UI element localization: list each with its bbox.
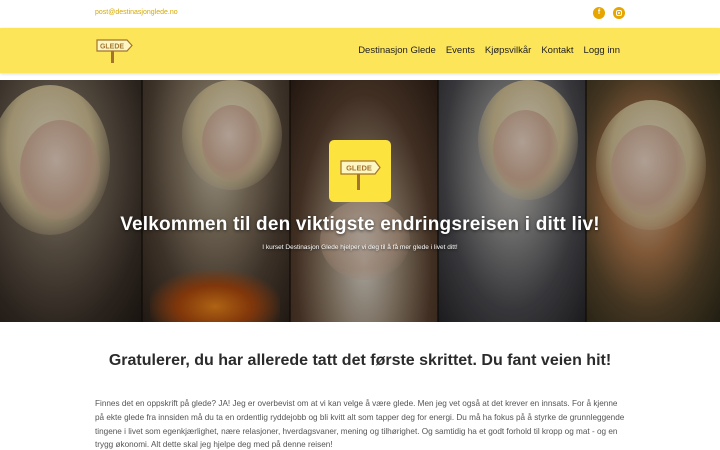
- contact-email-link[interactable]: post@destinasjonglede.no: [95, 9, 178, 16]
- site-header: GLEDE Destinasjon Glede Events Kjøpsvilk…: [0, 28, 720, 73]
- nav-item-logg-inn[interactable]: Logg inn: [584, 45, 620, 56]
- signpost-icon: GLEDE: [340, 160, 381, 190]
- nav-item-destinasjon-glede[interactable]: Destinasjon Glede: [358, 45, 436, 56]
- instagram-lens: [618, 12, 620, 14]
- logo-text: GLEDE: [100, 44, 124, 51]
- main-nav: Destinasjon Glede Events Kjøpsvilkår Kon…: [358, 28, 620, 73]
- facebook-glyph: f: [597, 9, 601, 16]
- intro-headline: Gratulerer, du har allerede tatt det før…: [108, 352, 612, 369]
- hero-logo-text: GLEDE: [346, 164, 372, 173]
- top-bar: post@destinasjonglede.no f: [0, 0, 720, 28]
- nav-item-kontakt[interactable]: Kontakt: [541, 45, 573, 56]
- intro-paragraph: Finnes det en oppskrift på glede? JA! Je…: [95, 399, 625, 450]
- hero-subtitle: I kurset Destinasjon Glede hjelper vi de…: [262, 244, 458, 251]
- facebook-icon[interactable]: f: [593, 7, 605, 19]
- hero-title: Velkommen til den viktigste endringsreis…: [120, 214, 600, 235]
- hero-logo: GLEDE: [329, 140, 391, 202]
- nav-item-kjopsvilkar[interactable]: Kjøpsvilkår: [485, 45, 531, 56]
- nav-item-events[interactable]: Events: [446, 45, 475, 56]
- site-logo[interactable]: GLEDE: [95, 37, 133, 63]
- instagram-icon[interactable]: [613, 7, 625, 19]
